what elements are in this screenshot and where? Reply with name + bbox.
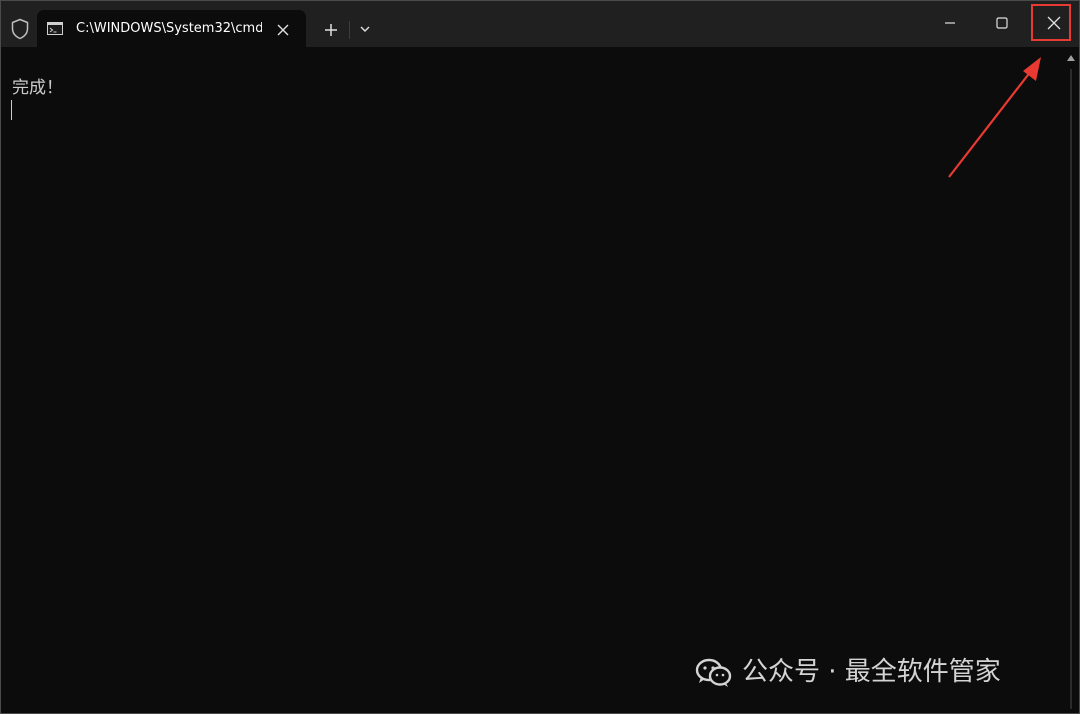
triangle-up-icon[interactable]	[1067, 55, 1075, 61]
watermark-text: 公众号 · 最全软件管家	[742, 657, 1001, 687]
vertical-scrollbar[interactable]	[1063, 47, 1079, 713]
tab-close-icon[interactable]	[273, 20, 293, 40]
toolbar-divider	[349, 21, 350, 39]
text-cursor	[11, 100, 12, 120]
chevron-down-icon[interactable]	[355, 19, 375, 39]
minimize-icon[interactable]	[927, 1, 973, 45]
title-bar[interactable]: C:\WINDOWS\System32\cmd.exe	[1, 1, 1079, 47]
close-button-highlight	[1031, 4, 1071, 41]
watermark: 公众号 · 最全软件管家	[694, 653, 1054, 693]
tab-title: C:\WINDOWS\System32\cmd.exe	[76, 21, 262, 36]
scroll-track[interactable]	[1070, 69, 1072, 709]
maximize-icon[interactable]	[979, 1, 1025, 45]
terminal-window: C:\WINDOWS\System32\cmd.exe 完成！	[0, 0, 1080, 714]
wechat-icon	[695, 658, 732, 687]
tab-cmd[interactable]: C:\WINDOWS\System32\cmd.exe	[37, 10, 306, 47]
new-tab-plus-icon[interactable]	[317, 17, 345, 43]
terminal-line: 完成！	[12, 78, 63, 98]
terminal-icon	[47, 22, 63, 35]
terminal-output[interactable]: 完成！	[1, 47, 1063, 713]
shield-icon	[11, 18, 29, 40]
